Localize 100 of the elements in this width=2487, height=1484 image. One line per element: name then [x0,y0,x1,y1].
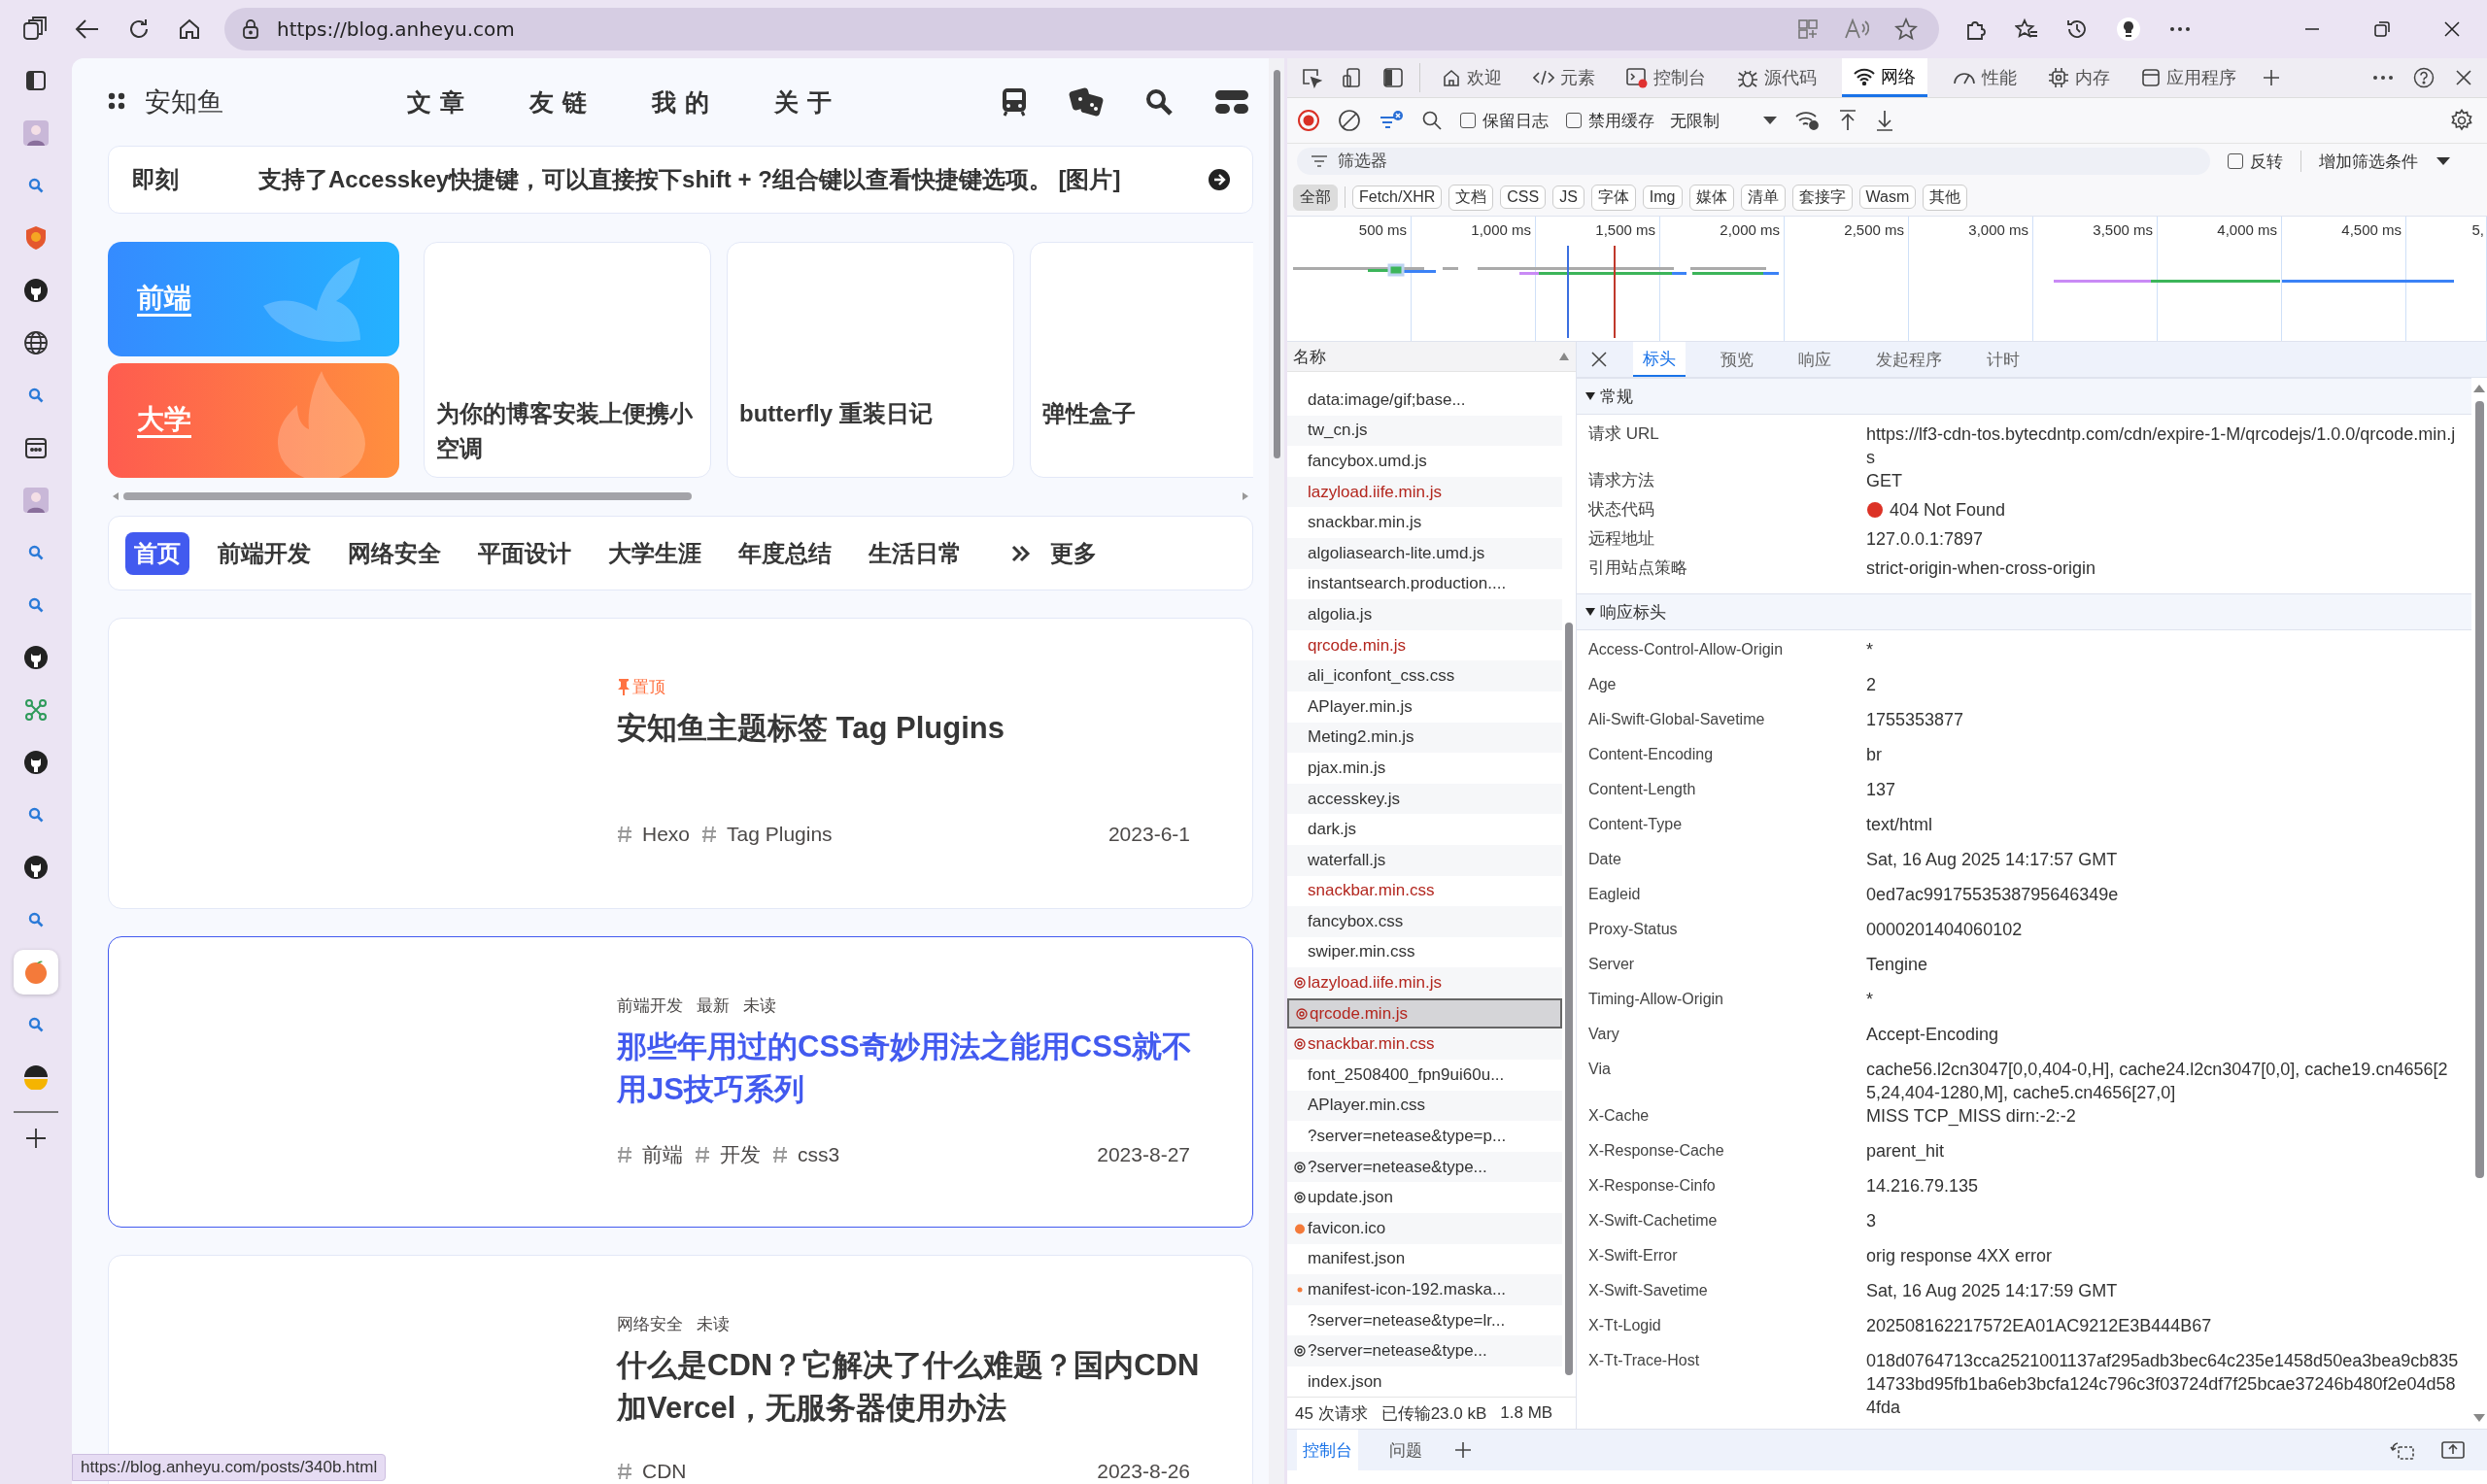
category-tab[interactable]: 首页 [125,531,189,575]
type-filter-chip[interactable]: 文档 [1448,184,1494,211]
scroll-thumb[interactable] [1565,623,1573,1375]
checkbox[interactable] [2228,153,2243,169]
request-row[interactable]: instantsearch.production.... [1287,568,1562,600]
upload-icon[interactable] [1838,109,1857,132]
category-tab[interactable]: 大学生涯 [599,531,710,575]
request-row[interactable]: favicon.ico [1287,1213,1562,1244]
request-row[interactable]: manifest.json [1287,1243,1562,1275]
record-icon[interactable] [1297,109,1320,132]
devtools-tab[interactable]: 控制台 [1620,58,1712,97]
expand-triangle-icon[interactable] [1584,391,1596,401]
request-row[interactable]: snackbar.min.css [1287,875,1562,907]
add-icon[interactable] [24,1127,48,1150]
undock-icon[interactable] [2390,1439,2415,1461]
request-row[interactable]: pjax.min.js [1287,753,1562,784]
request-row[interactable]: accesskey.js [1287,783,1562,815]
detail-tab[interactable]: 预览 [1711,342,1763,377]
devtools-tab[interactable]: 元素 [1527,58,1601,97]
request-row[interactable]: font_2508400_fpn9ui60u... [1287,1060,1562,1091]
dice-icon[interactable] [1069,87,1104,117]
download-icon[interactable] [1875,109,1894,132]
request-row[interactable]: lazyload.iife.min.js [1287,967,1562,998]
close-icon[interactable] [2442,19,2462,39]
type-filter-chip[interactable]: 媒体 [1688,184,1734,211]
type-filter-chip[interactable]: 套接字 [1791,184,1853,211]
post-meta[interactable]: 未读 [697,1312,730,1335]
settings-icon[interactable] [2450,109,2473,132]
request-row[interactable]: manifest-icon-192.maska... [1287,1274,1562,1305]
category-tab[interactable]: 生活日常 [860,531,971,575]
workspaces-icon[interactable] [22,17,48,42]
type-filter-chip[interactable]: 字体 [1590,184,1636,211]
section-title[interactable]: 常规 [1600,385,1633,408]
dock-bottom-icon[interactable] [2440,1439,2466,1461]
clear-icon[interactable] [1338,109,1361,132]
request-row[interactable]: tw_cn.js [1287,415,1562,447]
checkbox[interactable] [1566,113,1582,128]
train-icon[interactable] [1001,87,1028,117]
type-filter-chip[interactable]: JS [1552,186,1584,209]
search-icon[interactable] [1421,110,1443,131]
section-title[interactable]: 响应标头 [1600,600,1666,624]
restore-icon[interactable] [2372,19,2392,39]
close-icon[interactable] [1590,351,1608,368]
type-filter-chip[interactable]: 其他 [1923,184,1968,211]
more-filters-dropdown[interactable]: 增加筛选条件 [2319,150,2418,173]
request-row[interactable]: algolia.js [1287,599,1562,630]
scroll-right-icon[interactable] [1242,491,1249,501]
request-row[interactable]: APlayer.min.css [1287,1090,1562,1122]
request-row[interactable]: ?server=netease&type=p... [1287,1121,1562,1152]
more-link[interactable]: 更多 [1050,537,1097,569]
devtools-tab[interactable]: 源代码 [1731,58,1823,97]
add-icon[interactable] [1453,1440,1473,1460]
page-scrollbar[interactable] [1269,58,1284,1484]
type-filter-chip[interactable]: Fetch/XHR [1352,186,1443,209]
nav-link[interactable]: 我的 [652,85,718,118]
featured-card[interactable]: 为你的博客安装上便携小空调 [424,242,711,478]
nav-link[interactable]: 关于 [774,85,840,118]
post-tag[interactable]: css3 [798,1143,840,1166]
request-row[interactable]: ?server=netease&type... [1287,1335,1562,1366]
request-row[interactable]: ali_iconfont_css.css [1287,660,1562,691]
bulb-icon[interactable] [2116,17,2141,42]
post-tag[interactable]: 前端 [642,1141,683,1168]
request-row[interactable]: index.json [1287,1366,1562,1398]
read-aloud-icon[interactable] [1844,18,1869,40]
post-meta[interactable]: 前端开发 [617,994,683,1017]
request-row[interactable]: snackbar.min.js [1287,507,1562,538]
post-meta[interactable]: 最新 [697,994,730,1017]
devtools-tab[interactable]: 网络 [1842,58,1927,97]
devtools-tab[interactable]: 内存 [2042,58,2116,97]
request-row[interactable]: ?server=netease&type=lr... [1287,1304,1562,1336]
detail-tab[interactable]: 标头 [1633,342,1686,377]
apps-icon[interactable] [1797,18,1819,40]
post-tag[interactable]: 开发 [720,1141,761,1168]
drawer-tab[interactable]: 控制台 [1297,1430,1358,1470]
type-filter-chip[interactable]: 全部 [1293,184,1338,211]
site-name[interactable]: 安知鱼 [145,84,407,119]
refresh-icon[interactable] [127,17,151,41]
request-row[interactable]: qrcode.min.js [1287,629,1562,661]
request-row[interactable]: update.json [1287,1182,1562,1214]
more-icon[interactable] [2372,75,2394,81]
post-tag[interactable]: Hexo [642,823,691,846]
announcement-bar[interactable]: 即刻 支持了Accesskey快捷键，可以直接按下shift + ?组合键以查看快捷键选项。 [图片] [108,146,1253,214]
caret-icon[interactable] [1762,116,1778,125]
type-filter-chip[interactable]: Img [1642,186,1683,209]
history-icon[interactable] [2065,17,2089,41]
scroll-left-icon[interactable] [112,491,119,501]
featured-card[interactable]: butterfly 重装日记 [727,242,1014,478]
post-tag[interactable]: Tag Plugins [727,823,833,846]
request-row[interactable]: snackbar.min.css [1287,1029,1562,1061]
scroll-thumb[interactable] [123,492,692,500]
type-filter-chip[interactable]: Wasm [1858,186,1917,209]
checkbox[interactable] [1460,113,1476,128]
inspect-icon[interactable] [1301,67,1322,88]
add-icon[interactable] [2262,68,2281,87]
devtools-tab[interactable]: 性能 [1947,58,2023,97]
address-bar[interactable]: https://blog.anheyu.com [224,8,1939,51]
filter-field[interactable]: 筛选器 [1297,148,2210,175]
post-title[interactable]: 那些年用过的CSS奇妙用法之能用CSS就不用JS技巧系列 [617,1026,1209,1111]
post-title[interactable]: 安知鱼主题标签 Tag Plugins [617,707,1209,750]
nav-link[interactable]: 文章 [407,85,473,118]
